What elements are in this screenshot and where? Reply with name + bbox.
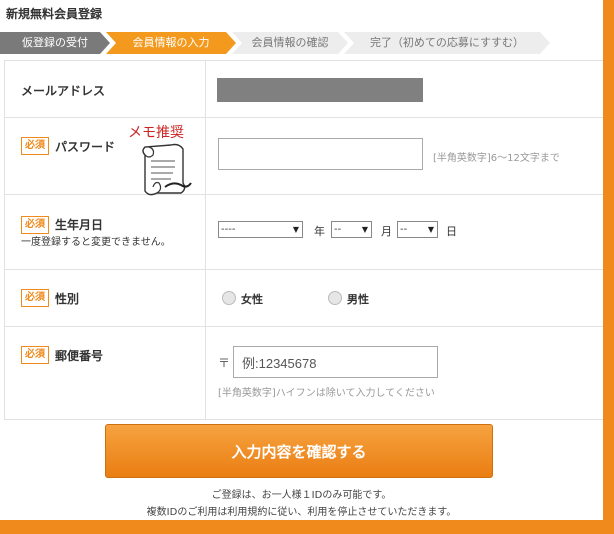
gender-row: 必須 性別 女性 男性 <box>5 270 603 327</box>
gender-female-label[interactable]: 女性 <box>241 291 263 307</box>
gender-male-label[interactable]: 男性 <box>347 291 369 307</box>
gender-female-radio[interactable] <box>222 291 236 305</box>
postal-code-input[interactable]: 例:12345678 <box>233 346 438 378</box>
email-row: メールアドレス <box>5 61 603 118</box>
gender-label: 性別 <box>55 292 80 306</box>
birthdate-row: 必須 生年月日 一度登録すると変更できません。 ---- ▼ 年 -- ▼ 月 … <box>5 195 603 270</box>
required-badge: 必須 <box>21 346 49 364</box>
note-one-id: ご登録は、お一人様１IDのみ可能です。 <box>211 490 392 501</box>
month-unit: 月 <box>381 225 392 238</box>
bottom-border-bar <box>0 520 614 534</box>
birth-month-select[interactable]: -- ▼ <box>331 221 372 238</box>
year-unit: 年 <box>314 225 325 238</box>
postal-row: 必須 郵便番号 〒 例:12345678 [半角英数字]ハイフンは除いて入力して… <box>5 327 603 419</box>
birth-day-select[interactable]: -- ▼ <box>397 221 438 238</box>
scroll-icon <box>142 143 192 196</box>
password-input[interactable] <box>218 138 423 170</box>
email-label: メールアドレス <box>21 84 106 98</box>
birth-year-select[interactable]: ---- ▼ <box>218 221 303 238</box>
password-label: パスワード <box>55 140 116 154</box>
birth-year-value: ---- <box>221 224 236 235</box>
password-row: 必須 パスワード [半角英数字]6〜12文字まで <box>5 118 603 195</box>
birth-month-value: -- <box>334 224 342 235</box>
registration-form: メールアドレス 必須 パスワード [半角英数字]6〜12文字まで 必須 生年月日… <box>4 60 604 420</box>
step-member-info-input: 会員情報の入力 <box>106 32 236 54</box>
right-border-bar <box>603 0 614 534</box>
step-complete: 完了（初めての応募にすすむ） <box>344 32 550 54</box>
birthdate-label: 生年月日 <box>55 218 104 232</box>
birthdate-note: 一度登録すると変更できません。 <box>21 237 171 248</box>
gender-male-radio[interactable] <box>328 291 342 305</box>
postal-label: 郵便番号 <box>55 349 104 363</box>
confirm-input-button[interactable]: 入力内容を確認する <box>105 424 493 478</box>
note-multiple-ids: 複数IDのご利用は利用規約に従い、利用を停止させていただきます。 <box>146 507 457 518</box>
progress-steps: 仮登録の受付 会員情報の入力 会員情報の確認 完了（初めての応募にすすむ） <box>0 32 600 54</box>
postal-mark: 〒 <box>218 356 231 370</box>
page-title: 新規無料会員登録 <box>6 7 103 21</box>
registration-page: 新規無料会員登録 仮登録の受付 会員情報の入力 会員情報の確認 完了（初めての応… <box>0 0 604 520</box>
postal-code-placeholder: 例:12345678 <box>242 355 317 371</box>
postal-hint: [半角英数字]ハイフンは除いて入力してください <box>218 388 435 399</box>
chevron-down-icon: ▼ <box>292 225 299 234</box>
chevron-down-icon: ▼ <box>427 225 434 234</box>
required-badge: 必須 <box>21 216 49 234</box>
step-member-info-confirm: 会員情報の確認 <box>232 32 348 54</box>
chevron-down-icon: ▼ <box>361 225 368 234</box>
birth-day-value: -- <box>400 224 408 235</box>
password-hint: [半角英数字]6〜12文字まで <box>433 153 560 164</box>
required-badge: 必須 <box>21 137 49 155</box>
day-unit: 日 <box>446 225 457 238</box>
memo-recommended-text: メモ推奨 <box>128 125 184 141</box>
step-provisional-registration: 仮登録の受付 <box>0 32 110 54</box>
email-value-masked <box>217 78 423 102</box>
required-badge: 必須 <box>21 289 49 307</box>
